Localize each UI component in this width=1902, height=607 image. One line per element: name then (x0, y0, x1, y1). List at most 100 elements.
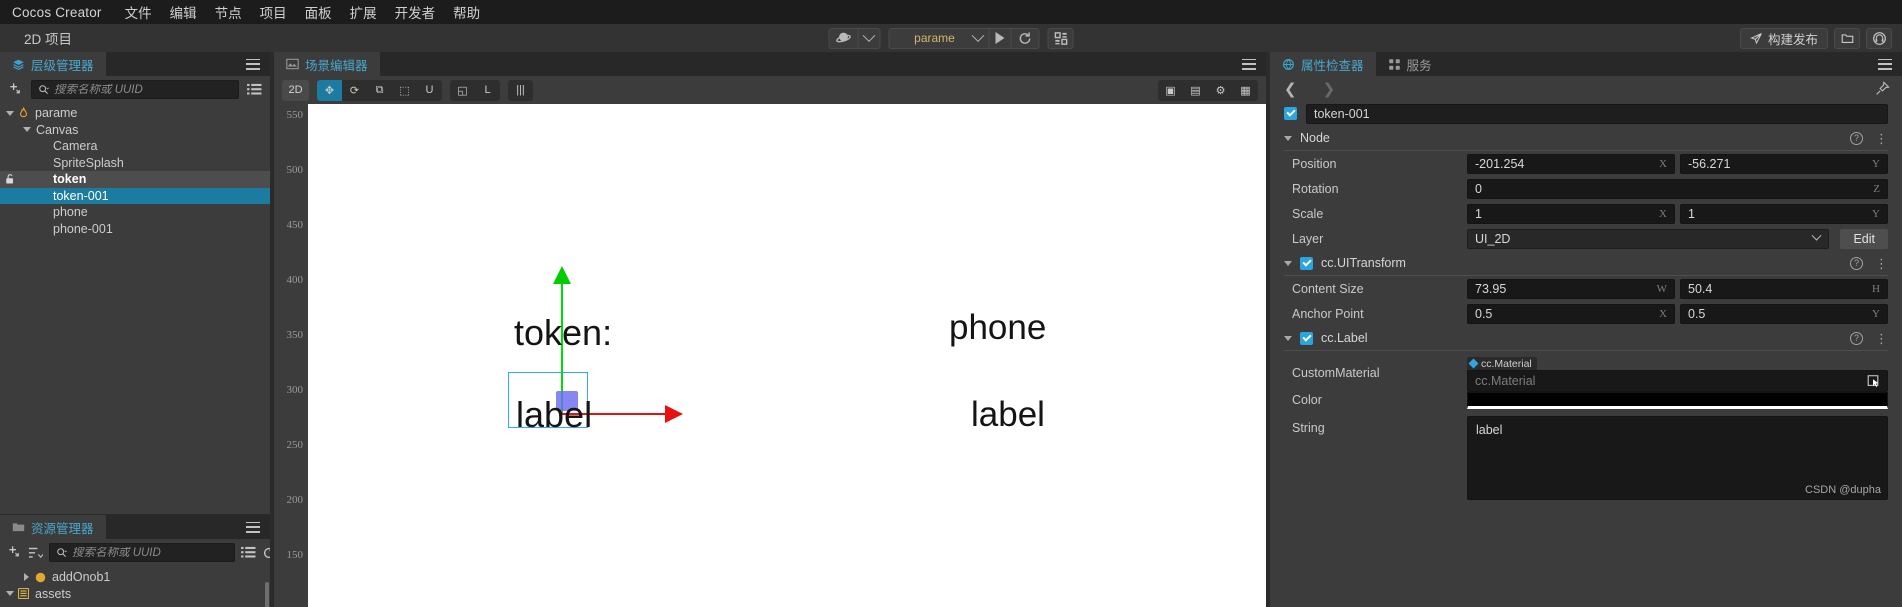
assets-scrollbar[interactable] (265, 582, 269, 607)
hierarchy-node-phone[interactable]: phone (0, 204, 270, 221)
menu-item-project[interactable]: 项目 (251, 2, 296, 22)
scale-field-2[interactable]: 1 Y (1680, 203, 1888, 224)
camera-icon[interactable]: ▤ (1183, 80, 1208, 101)
play-button[interactable] (990, 28, 1012, 48)
hierarchy-node-spritesplash[interactable]: SpriteSplash (0, 155, 270, 172)
tab-inspector[interactable]: 属性检查器 (1270, 52, 1376, 76)
unlocked-icon[interactable] (4, 173, 16, 185)
engine-icon-button[interactable] (830, 28, 859, 48)
question-icon[interactable]: ? (1850, 331, 1863, 345)
gear-icon[interactable]: ⚙ (1208, 80, 1233, 101)
assets-menu-button[interactable] (236, 515, 270, 539)
custom-material-input[interactable]: cc.Material (1467, 370, 1888, 392)
menu-item-edit[interactable]: 编辑 (161, 2, 206, 22)
inspector-menu-button[interactable] (1868, 52, 1902, 76)
tab-scene-editor[interactable]: 场景编辑器 (274, 52, 380, 76)
assets-search-input[interactable] (72, 546, 228, 559)
refresh-preview-button[interactable] (1012, 29, 1039, 48)
position-field-1[interactable]: -201.254 X (1467, 153, 1675, 174)
hierarchy-node-camera[interactable]: Camera (0, 138, 270, 155)
assets-search-box[interactable] (49, 543, 235, 562)
hierarchy-node-parame[interactable]: parame (0, 105, 270, 122)
kebab-icon[interactable]: ⋮ (1875, 257, 1888, 270)
label-string-textarea[interactable]: label CSDN @dupha (1467, 416, 1888, 500)
mode-2d-toggle[interactable]: 2D (282, 79, 309, 101)
kebab-icon[interactable]: ⋮ (1875, 332, 1888, 345)
pick-node-icon[interactable] (1866, 374, 1880, 388)
support-button[interactable] (1866, 27, 1892, 49)
menu-item-panel[interactable]: 面板 (296, 2, 341, 22)
coord-tool[interactable]: L (475, 80, 500, 101)
component-enabled-checkbox[interactable] (1300, 256, 1313, 270)
assets-tree[interactable]: addOnob1 assets (0, 566, 270, 607)
label-color-swatch[interactable] (1467, 391, 1888, 409)
content-size-field-1[interactable]: 73.95 W (1467, 278, 1675, 299)
effects-icon[interactable]: ▦ (1233, 80, 1258, 101)
expand-collapse-toggle[interactable] (3, 591, 16, 597)
scene-selector[interactable]: parame (890, 28, 990, 48)
expand-collapse-toggle[interactable] (3, 110, 16, 116)
scene-label-phone[interactable]: phone (949, 308, 1046, 348)
question-icon[interactable]: ? (1850, 256, 1863, 270)
hierarchy-search-box[interactable] (31, 80, 239, 99)
aspect-icon[interactable]: ▣ (1158, 80, 1183, 101)
scale-tool[interactable]: ⧉ (367, 80, 392, 101)
rotate-tool[interactable]: ⟳ (342, 80, 367, 101)
hierarchy-search-input[interactable] (54, 83, 232, 96)
add-asset-button[interactable] (7, 544, 22, 561)
assets-list-view-button[interactable] (241, 544, 256, 561)
question-icon[interactable]: ? (1850, 131, 1863, 145)
scene-label-token[interactable]: token: (514, 312, 612, 354)
layer-select[interactable]: UI_2D (1467, 228, 1830, 249)
node-name-input[interactable]: token-001 (1306, 103, 1888, 124)
nav-forward-button[interactable]: ❯ (1323, 80, 1336, 98)
nav-back-button[interactable]: ❮ (1284, 80, 1297, 98)
anchor-point-field-2[interactable]: 0.5 Y (1680, 303, 1888, 324)
menu-item-node[interactable]: 节点 (206, 2, 251, 22)
chevron-down-icon[interactable] (1284, 335, 1292, 341)
pivot-tool[interactable]: ◱ (450, 80, 475, 101)
rect-tool[interactable]: ⬚ (392, 80, 417, 101)
scene-viewport[interactable]: 550 500 450 400 350 300 250 200 150 token: label p… (274, 104, 1266, 607)
section-header-node[interactable]: Node ? ⋮ (1270, 126, 1902, 150)
scene-label-label[interactable]: label (971, 395, 1045, 435)
tab-hierarchy[interactable]: 层级管理器 (0, 52, 106, 76)
asset-node-addonob1[interactable]: addOnob1 (0, 569, 270, 586)
gizmo-x-arrowhead[interactable] (665, 405, 683, 423)
section-header-label[interactable]: cc.Label ? ⋮ (1270, 326, 1902, 350)
build-publish-button[interactable]: 构建发布 (1739, 27, 1828, 49)
hierarchy-filter-button[interactable] (246, 81, 263, 98)
gizmo-y-arrowhead[interactable] (553, 266, 571, 284)
menu-item-extension[interactable]: 扩展 (341, 2, 386, 22)
hierarchy-node-phone-001[interactable]: phone-001 (0, 221, 270, 238)
pin-inspector-button[interactable] (1875, 81, 1890, 96)
menu-item-developer[interactable]: 开发者 (386, 2, 445, 22)
component-enabled-checkbox[interactable] (1300, 331, 1313, 345)
move-tool[interactable]: ✥ (317, 79, 342, 101)
chevron-down-icon[interactable] (1284, 260, 1292, 266)
scale-field-1[interactable]: 1 X (1467, 203, 1675, 224)
anchor-point-field-1[interactable]: 0.5 X (1467, 303, 1675, 324)
hierarchy-node-token[interactable]: token (0, 171, 270, 188)
scene-label-label[interactable]: label (516, 394, 592, 436)
chevron-down-icon[interactable] (1284, 135, 1292, 141)
content-size-field-2[interactable]: 50.4 H (1680, 278, 1888, 299)
hierarchy-node-token-001[interactable]: token-001 (0, 187, 270, 204)
assets-sort-button[interactable] (28, 544, 43, 561)
hierarchy-node-canvas[interactable]: Canvas (0, 122, 270, 139)
hierarchy-menu-button[interactable] (236, 52, 270, 76)
expand-collapse-toggle[interactable] (20, 127, 33, 133)
scene-menu-button[interactable] (1232, 52, 1266, 76)
magnet-tool[interactable]: U (417, 80, 442, 101)
tab-services[interactable]: 服务 (1375, 52, 1444, 76)
expand-collapse-toggle[interactable] (20, 573, 33, 582)
gizmo-size-tool[interactable]: ||| (508, 80, 533, 101)
node-enabled-checkbox[interactable] (1284, 107, 1297, 120)
menu-item-help[interactable]: 帮助 (444, 2, 489, 22)
device-preview-button[interactable] (1047, 27, 1074, 49)
kebab-icon[interactable]: ⋮ (1875, 132, 1888, 145)
asset-node-assets[interactable]: assets (0, 586, 270, 603)
open-folder-button[interactable] (1834, 27, 1860, 49)
position-field-2[interactable]: -56.271 Y (1680, 153, 1888, 174)
section-header-uitransform[interactable]: cc.UITransform ? ⋮ (1270, 251, 1902, 275)
